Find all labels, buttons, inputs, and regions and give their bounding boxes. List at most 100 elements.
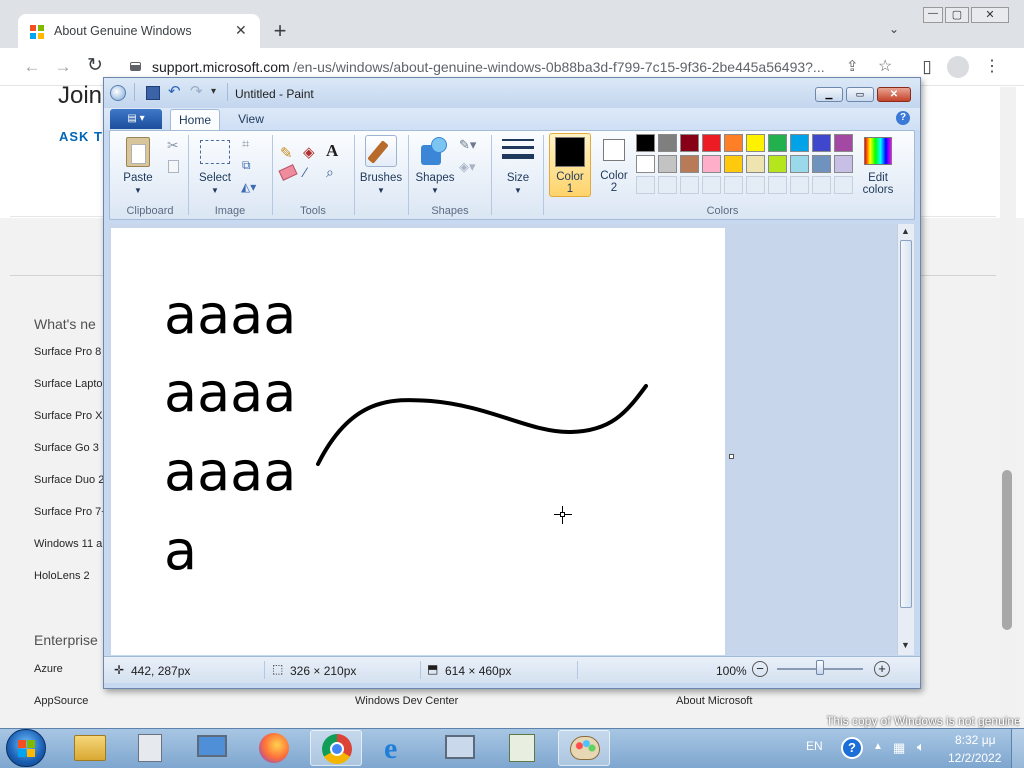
taskbar-internet-explorer[interactable]: e xyxy=(372,730,424,766)
volume-icon[interactable]: 🔈︎ xyxy=(917,739,925,755)
fill-icon[interactable]: ◈ xyxy=(303,143,315,161)
palette-empty-swatch[interactable] xyxy=(790,176,809,194)
palette-swatch[interactable] xyxy=(746,134,765,152)
palette-swatch[interactable] xyxy=(658,155,677,173)
new-tab-button[interactable]: + xyxy=(268,19,292,43)
menu-dots-icon[interactable]: ⋮ xyxy=(980,55,1004,79)
size-button[interactable]: Size ▼ xyxy=(498,135,538,197)
palette-swatch[interactable] xyxy=(768,155,787,173)
share-icon[interactable]: ⇪ xyxy=(846,57,859,75)
footer-link[interactable]: Surface Pro 7+ xyxy=(34,506,104,538)
paint-menu-button[interactable]: ▤ ▾ xyxy=(110,109,162,129)
resize-icon[interactable]: ⧉ xyxy=(242,158,251,173)
footer-link[interactable]: Windows 11 a xyxy=(34,538,104,570)
paint-minimize-button[interactable]: ▁ xyxy=(815,87,843,102)
color-picker-icon[interactable]: ⁄ xyxy=(304,164,306,180)
palette-swatch[interactable] xyxy=(702,155,721,173)
taskbar-remote-desktop[interactable] xyxy=(186,730,238,766)
taskbar-measure-tool[interactable] xyxy=(496,730,548,766)
scrollbar-thumb[interactable] xyxy=(900,240,912,608)
palette-swatch[interactable] xyxy=(812,134,831,152)
footer-link[interactable]: Surface Go 3 xyxy=(34,442,104,474)
footer-link[interactable]: HoloLens 2 xyxy=(34,570,104,602)
palette-empty-swatch[interactable] xyxy=(834,176,853,194)
palette-swatch[interactable] xyxy=(790,155,809,173)
shapes-button[interactable]: Shapes ▼ xyxy=(413,135,457,197)
color1-button[interactable]: Color 1 xyxy=(549,133,591,197)
paint-title-bar[interactable]: ↶ ↷ ▾ Untitled - Paint ▁ ▭ ✕ xyxy=(104,78,920,108)
palette-swatch[interactable] xyxy=(636,134,655,152)
taskbar-chrome[interactable] xyxy=(310,730,362,766)
side-panel-icon[interactable]: ▯ xyxy=(915,55,939,79)
profile-avatar[interactable] xyxy=(947,56,969,78)
palette-swatch[interactable] xyxy=(746,155,765,173)
footer-link-appsource[interactable]: AppSource xyxy=(34,695,88,707)
tab-search-icon[interactable]: ⌄ xyxy=(889,22,899,36)
forward-icon[interactable]: → xyxy=(51,55,75,79)
page-scrollbar-thumb[interactable] xyxy=(1002,470,1012,630)
taskbar-calculator[interactable] xyxy=(124,730,176,766)
footer-link-about-microsoft[interactable]: About Microsoft xyxy=(676,695,752,707)
pencil-icon[interactable]: ✎ xyxy=(280,144,293,162)
taskbar-firefox[interactable] xyxy=(248,730,300,766)
palette-swatch[interactable] xyxy=(768,134,787,152)
brushes-button[interactable]: Brushes ▼ xyxy=(358,135,404,197)
palette-swatch[interactable] xyxy=(834,134,853,152)
taskbar-paint[interactable] xyxy=(558,730,610,766)
ask-link[interactable]: ASK TI xyxy=(59,129,108,144)
save-icon[interactable] xyxy=(146,86,160,100)
palette-swatch[interactable] xyxy=(680,155,699,173)
help-tray-icon[interactable]: ? xyxy=(841,737,863,759)
help-icon[interactable]: ? xyxy=(896,111,910,125)
zoom-slider-thumb[interactable] xyxy=(816,660,824,675)
tab-view[interactable]: View xyxy=(228,112,274,126)
magnifier-icon[interactable]: ⌕ xyxy=(326,164,334,181)
reload-icon[interactable]: ↻ xyxy=(83,54,107,78)
palette-swatch[interactable] xyxy=(724,134,743,152)
taskbar-explorer[interactable] xyxy=(64,730,116,766)
tab-close-icon[interactable]: ✕ xyxy=(235,22,247,39)
browser-tab[interactable]: About Genuine Windows ✕ xyxy=(18,14,260,48)
palette-empty-swatch[interactable] xyxy=(636,176,655,194)
palette-empty-swatch[interactable] xyxy=(812,176,831,194)
rotate-icon[interactable]: ◭▾ xyxy=(241,180,256,194)
palette-swatch[interactable] xyxy=(636,155,655,173)
footer-link[interactable]: Surface Pro X xyxy=(34,410,104,442)
drawing-canvas[interactable]: aaaa aaaa aaaa a xyxy=(111,228,725,655)
palette-swatch[interactable] xyxy=(812,155,831,173)
show-desktop-button[interactable] xyxy=(1011,729,1024,768)
zoom-out-icon[interactable]: − xyxy=(752,661,768,677)
footer-link[interactable]: Surface Pro 8 xyxy=(34,346,104,378)
palette-empty-swatch[interactable] xyxy=(724,176,743,194)
palette-swatch[interactable] xyxy=(790,134,809,152)
show-hidden-icons[interactable]: ▲ xyxy=(873,741,883,752)
palette-empty-swatch[interactable] xyxy=(658,176,677,194)
page-scrollbar-track[interactable] xyxy=(1000,87,1016,728)
paint-close-button[interactable]: ✕ xyxy=(877,87,911,102)
crop-icon[interactable]: ⌗ xyxy=(242,136,249,152)
clock-date[interactable]: 12/2/2022 xyxy=(948,751,1001,765)
scroll-down-icon[interactable]: ▼ xyxy=(901,640,910,650)
undo-icon[interactable]: ↶ xyxy=(168,82,181,100)
footer-link-azure[interactable]: Azure xyxy=(34,663,63,675)
redo-icon[interactable]: ↷ xyxy=(190,82,203,100)
palette-swatch[interactable] xyxy=(834,155,853,173)
back-icon[interactable]: ← xyxy=(20,55,44,79)
palette-swatch[interactable] xyxy=(680,134,699,152)
paint-maximize-button[interactable]: ▭ xyxy=(846,87,874,102)
taskbar-network-tool[interactable] xyxy=(434,730,486,766)
tab-home[interactable]: Home xyxy=(170,109,220,131)
palette-empty-swatch[interactable] xyxy=(768,176,787,194)
window-minimize-button[interactable]: — xyxy=(923,7,943,23)
palette-empty-swatch[interactable] xyxy=(680,176,699,194)
bookmark-star-icon[interactable]: ☆ xyxy=(878,56,892,76)
vertical-scrollbar[interactable]: ▲ ▼ xyxy=(897,224,914,655)
clock-time[interactable]: 8:32 μμ xyxy=(955,733,996,747)
color2-button[interactable]: Color 2 xyxy=(594,133,636,197)
edit-colors-button[interactable]: Edit colors xyxy=(858,135,900,197)
customize-qat-icon[interactable]: ▾ xyxy=(211,86,216,97)
palette-swatch[interactable] xyxy=(658,134,677,152)
cut-icon[interactable]: ✂ xyxy=(167,137,179,154)
footer-link-dev-center[interactable]: Windows Dev Center xyxy=(355,695,458,707)
window-maximize-button[interactable]: ▢ xyxy=(945,7,969,23)
